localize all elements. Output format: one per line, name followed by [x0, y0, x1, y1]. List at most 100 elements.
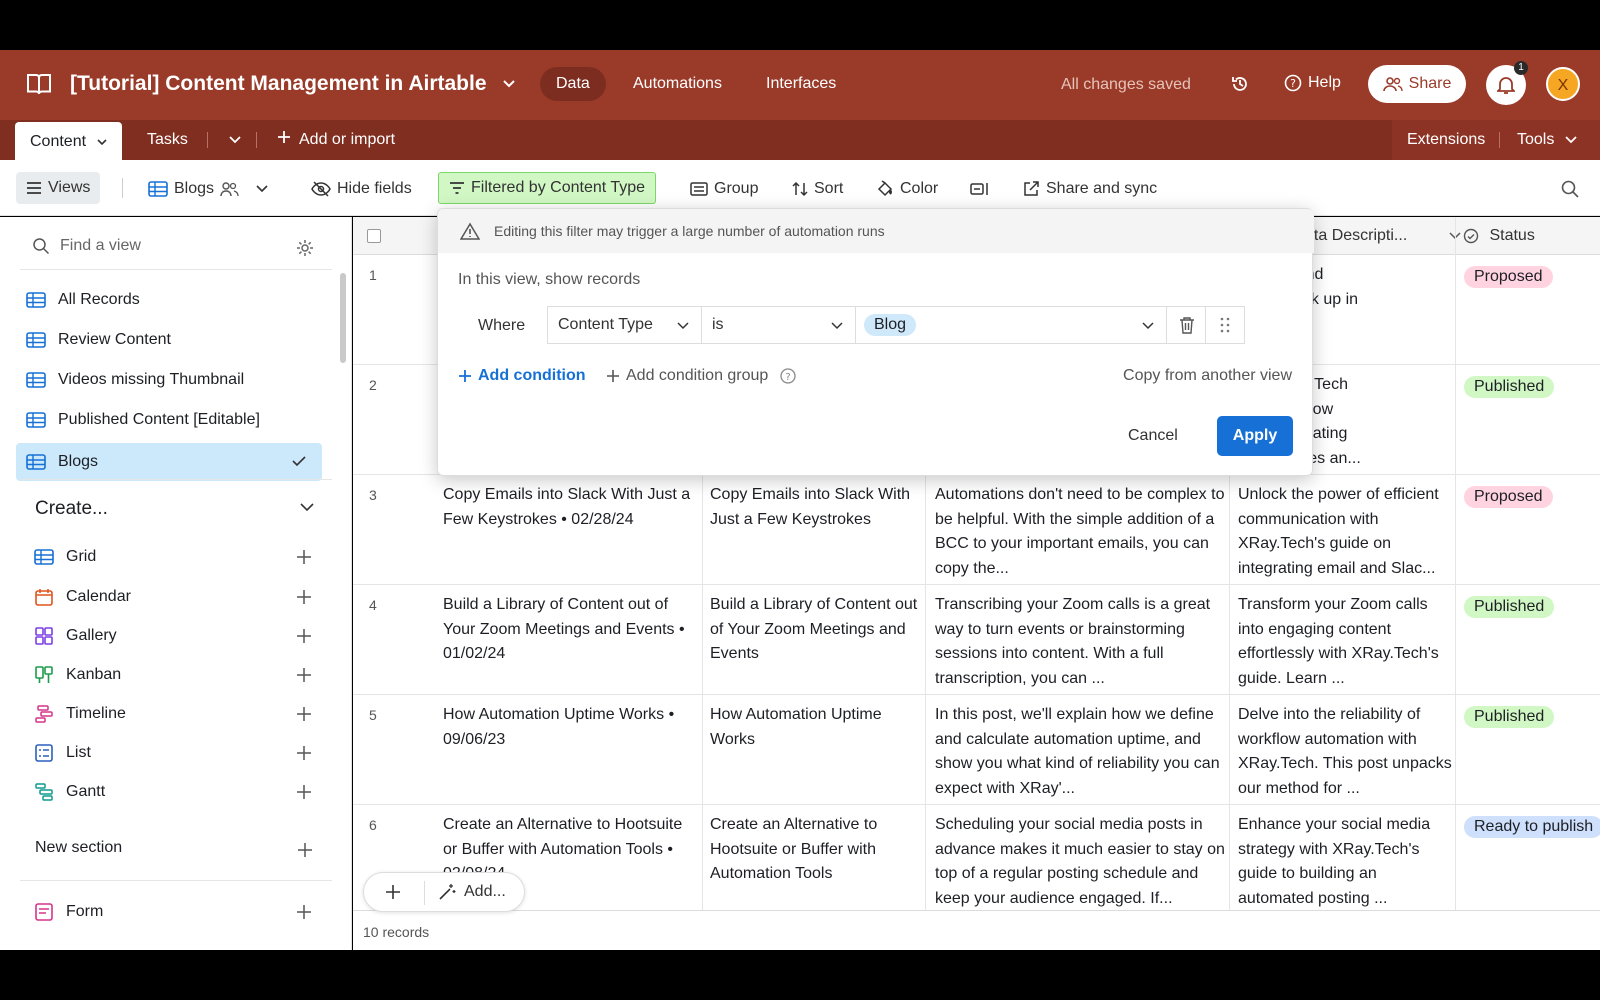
add-condition-group-button[interactable]: Add condition group ? — [606, 367, 796, 385]
add-or-import-button[interactable]: Add or import — [262, 120, 410, 160]
table-row[interactable]: 6 Create an Alternative to Hootsuite or B… — [353, 805, 1600, 915]
plus-icon[interactable] — [296, 784, 312, 800]
plus-icon[interactable] — [296, 549, 312, 565]
new-section-label[interactable]: New section — [35, 839, 122, 857]
create-section-title[interactable]: Create... — [35, 498, 108, 520]
plus-icon[interactable] — [384, 883, 402, 901]
color-button[interactable]: Color — [876, 174, 938, 204]
cell-title[interactable]: How Automation Uptime Works — [710, 703, 922, 801]
cell-excerpt[interactable]: Transcribing your Zoom calls is a great … — [935, 593, 1225, 691]
cell-status[interactable]: Proposed — [1464, 265, 1600, 363]
filter-field-select[interactable]: Content Type — [547, 306, 702, 344]
plus-icon[interactable] — [296, 667, 312, 683]
cell-meta[interactable]: Delve into the reliability of workflow a… — [1238, 703, 1452, 801]
help-circle-icon[interactable]: ? — [780, 368, 796, 384]
apply-button[interactable]: Apply — [1217, 416, 1293, 456]
row-height-button[interactable] — [970, 174, 990, 204]
cell-name[interactable]: How Automation Uptime Works • 09/06/23 — [443, 703, 693, 801]
plus-icon[interactable] — [296, 589, 312, 605]
cell-meta[interactable]: Enhance your social media strategy with … — [1238, 813, 1452, 911]
create-kanban[interactable]: Kanban — [34, 660, 324, 690]
cell-status[interactable]: Ready to publish — [1464, 815, 1600, 913]
nav-data[interactable]: Data — [540, 67, 606, 101]
base-title[interactable]: [Tutorial] Content Management in Airtabl… — [70, 72, 487, 96]
cell-excerpt[interactable]: Scheduling your social media posts in ad… — [935, 813, 1225, 911]
menu-icon — [26, 181, 42, 195]
avatar[interactable]: X — [1546, 67, 1580, 101]
cell-name[interactable]: Build a Library of Content out of Your Z… — [443, 593, 693, 691]
plus-icon[interactable] — [296, 706, 312, 722]
copy-from-another-view-button[interactable]: Copy from another view — [1123, 367, 1292, 385]
delete-condition-button[interactable] — [1166, 306, 1206, 344]
sidebar-view-blogs[interactable]: Blogs — [16, 443, 322, 481]
share-button[interactable]: Share — [1368, 65, 1466, 103]
filter-value-select[interactable]: Blog — [855, 306, 1167, 344]
column-header-status[interactable]: Status — [1463, 217, 1600, 255]
group-button[interactable]: Group — [690, 174, 758, 204]
sidebar-view-published-content[interactable]: Published Content [Editable] — [16, 401, 322, 439]
cell-status[interactable]: Proposed — [1464, 485, 1600, 583]
cell-title[interactable]: Create an Alternative to Hootsuite or Bu… — [710, 813, 922, 911]
create-timeline[interactable]: Timeline — [34, 699, 324, 729]
cell-excerpt[interactable]: In this post, we'll explain how we defin… — [935, 703, 1225, 801]
sidebar-view-videos-missing-thumbnail[interactable]: Videos missing Thumbnail — [16, 361, 322, 399]
sidebar-view-all-records[interactable]: All Records — [16, 281, 322, 319]
cell-excerpt[interactable]: Automations don't need to be complex to … — [935, 483, 1225, 581]
history-icon[interactable] — [1230, 74, 1250, 94]
plus-icon[interactable] — [296, 628, 312, 644]
gear-icon[interactable] — [296, 239, 314, 257]
divider — [20, 479, 332, 480]
sidebar-view-review-content[interactable]: Review Content — [16, 321, 322, 359]
create-calendar[interactable]: Calendar — [34, 582, 324, 612]
create-grid[interactable]: Grid — [34, 542, 324, 572]
help-button[interactable]: ? Help — [1284, 74, 1341, 92]
cell-status[interactable]: Published — [1464, 595, 1600, 693]
select-all-checkbox[interactable] — [367, 229, 381, 243]
plus-icon[interactable] — [296, 745, 312, 761]
cell-status[interactable]: Published — [1464, 375, 1600, 473]
create-gantt[interactable]: Gantt — [34, 777, 324, 807]
cancel-button[interactable]: Cancel — [1128, 417, 1178, 455]
table-row[interactable]: 3 Copy Emails into Slack With Just a Few … — [353, 475, 1600, 585]
filter-operator-select[interactable]: is — [701, 306, 856, 344]
more-tables-button[interactable] — [214, 120, 256, 160]
table-row[interactable]: 4 Build a Library of Content out of Your … — [353, 585, 1600, 695]
add-condition-button[interactable]: Add condition — [458, 367, 586, 385]
chevron-down-icon — [229, 136, 241, 144]
tab-tasks[interactable]: Tasks — [132, 120, 203, 160]
tools-button[interactable]: Tools — [1502, 120, 1592, 160]
sidebar-scrollbar[interactable] — [340, 273, 346, 363]
cell-name[interactable]: Copy Emails into Slack With Just a Few K… — [443, 483, 693, 581]
plus-icon[interactable] — [296, 904, 312, 920]
cell-title[interactable]: Build a Library of Content out of Your Z… — [710, 593, 922, 691]
current-view-button[interactable]: Blogs — [148, 174, 268, 204]
sort-button[interactable]: Sort — [792, 174, 843, 204]
find-view-input[interactable]: Find a view — [32, 237, 322, 255]
filter-button[interactable]: Filtered by Content Type — [438, 172, 657, 204]
create-list[interactable]: List — [34, 738, 324, 768]
plus-icon[interactable] — [297, 842, 313, 858]
cell-title[interactable]: Copy Emails into Slack With Just a Few K… — [710, 483, 922, 581]
tab-content[interactable]: Content — [15, 122, 122, 160]
hide-fields-button[interactable]: Hide fields — [311, 174, 412, 204]
drag-condition-handle[interactable] — [1205, 306, 1245, 344]
nav-automations[interactable]: Automations — [617, 67, 738, 101]
book-icon[interactable] — [26, 72, 52, 96]
extensions-button[interactable]: Extensions — [1392, 120, 1500, 160]
chevron-down-icon[interactable] — [503, 80, 515, 88]
notifications-button[interactable]: 1 — [1486, 61, 1528, 105]
views-button[interactable]: Views — [16, 172, 101, 204]
add-record-pill[interactable]: Add... — [363, 872, 525, 912]
cell-status[interactable]: Published — [1464, 705, 1600, 803]
chevron-down-icon[interactable] — [300, 503, 314, 512]
table-row[interactable]: 5 How Automation Uptime Works • 09/06/23 H… — [353, 695, 1600, 805]
add-with-ai-button[interactable]: Add... — [438, 883, 506, 901]
nav-interfaces[interactable]: Interfaces — [750, 67, 852, 101]
cell-meta[interactable]: Unlock the power of efficient communicat… — [1238, 483, 1452, 581]
cell-meta[interactable]: Transform your Zoom calls into engaging … — [1238, 593, 1452, 691]
search-button[interactable] — [1560, 174, 1580, 204]
share-sync-button[interactable]: Share and sync — [1022, 174, 1157, 204]
create-form[interactable]: Form — [34, 897, 324, 927]
create-gallery[interactable]: Gallery — [34, 621, 324, 651]
column-header-meta-description[interactable]: eta Descripti... — [1305, 217, 1479, 255]
